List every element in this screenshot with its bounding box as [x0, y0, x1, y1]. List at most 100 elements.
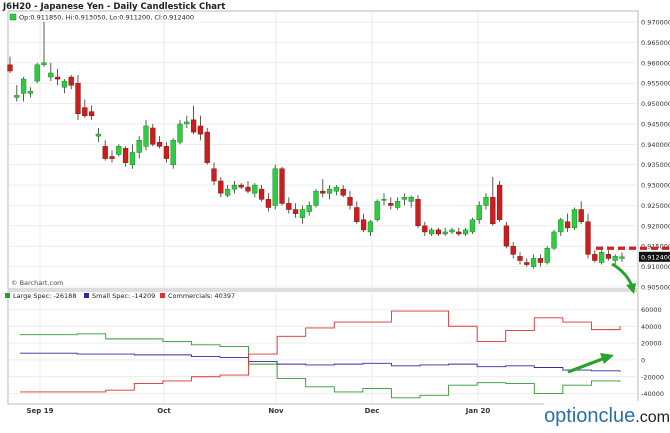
candle-body — [469, 219, 476, 233]
candle-body — [109, 156, 115, 159]
candle-body — [184, 121, 190, 125]
candle-body — [95, 133, 102, 137]
candle-body — [41, 62, 47, 66]
candle-body — [170, 139, 176, 165]
candle-body — [388, 203, 394, 206]
price-tick-label: 0.940000 — [641, 141, 670, 149]
price-tick-label: 0.935000 — [641, 161, 670, 169]
candle-body — [442, 231, 448, 235]
candle-body — [265, 199, 272, 208]
candle-body — [54, 76, 61, 80]
candle-body — [7, 64, 13, 72]
candle-body — [401, 197, 408, 200]
candle-body — [82, 107, 88, 117]
candle-body — [197, 125, 204, 135]
candle-body — [279, 168, 285, 204]
candle-body — [544, 247, 550, 263]
legend-entry: Large Spec: -26188 — [13, 292, 76, 300]
candle-body — [449, 229, 455, 233]
candle-body — [204, 131, 210, 163]
candle-body — [313, 190, 319, 206]
candle-body — [462, 229, 469, 235]
legend-swatch — [84, 293, 89, 298]
candle-body — [340, 188, 346, 196]
candle-body — [524, 262, 530, 265]
candle-body — [347, 197, 353, 206]
cot-tick-label: -40000 — [641, 390, 664, 398]
candle-body — [496, 184, 503, 220]
candle-body — [75, 82, 81, 114]
x-tick-label: Sep 19 — [27, 407, 54, 415]
watermark-suffix: .com — [635, 409, 670, 426]
candle-body — [61, 80, 68, 88]
cot-tick-label: -20000 — [641, 373, 664, 381]
x-tick-label: Jan 20 — [465, 407, 491, 415]
ohlc-readout: Op:0.911850, Hi:0.913050, Lo:0.911200, C… — [19, 14, 194, 22]
price-tick-label: 0.950000 — [641, 100, 670, 108]
watermark: optionclue.com — [544, 401, 670, 431]
candle-body — [48, 72, 54, 78]
candle-body — [292, 209, 299, 214]
candle-body — [428, 229, 435, 235]
candle-body — [367, 221, 374, 233]
x-tick-label: Oct — [157, 407, 171, 415]
candle-body — [231, 184, 238, 190]
candle-body — [20, 78, 27, 94]
price-tick-label: 0.920000 — [641, 222, 670, 230]
candle-body — [68, 76, 74, 86]
price-tick-label: 0.960000 — [641, 59, 670, 67]
price-tick-label: 0.910000 — [641, 263, 670, 271]
watermark-brand: optionclue — [544, 405, 636, 427]
candle-body — [592, 254, 598, 261]
price-tick-label: 0.970000 — [641, 19, 670, 27]
price-panel — [7, 10, 639, 290]
candle-body — [272, 168, 278, 206]
candle-body — [374, 201, 380, 220]
candle-body — [238, 184, 244, 188]
cot-tick-label: 60000 — [641, 306, 662, 314]
chart-title: J6H20 - Japanese Yen - Daily Candlestick… — [2, 2, 225, 12]
chart-canvas: J6H20 - Japanese Yen - Daily Candlestick… — [0, 0, 670, 415]
candle-body — [299, 209, 306, 218]
candle-body — [422, 225, 428, 233]
candle-body — [129, 152, 136, 165]
candle-body — [306, 205, 312, 212]
candle-body — [218, 180, 224, 194]
candle-body — [354, 207, 360, 222]
candle-body — [585, 221, 591, 255]
candle-body — [320, 190, 326, 194]
candle-body — [517, 256, 523, 261]
candle-body — [34, 64, 40, 82]
legend-entry: Small Spec: -14209 — [92, 292, 155, 300]
candle-body — [503, 225, 510, 247]
candle-body — [456, 231, 462, 235]
candle-body — [360, 219, 367, 231]
legend-swatch — [160, 293, 165, 298]
candle-body — [415, 199, 421, 227]
candle-body — [571, 209, 578, 229]
candle-body — [381, 199, 387, 201]
cot-tick-label: 40000 — [641, 323, 662, 331]
candle-body — [211, 168, 217, 182]
candle-body — [483, 197, 489, 206]
legend-swatch — [5, 293, 10, 298]
candle-body — [326, 188, 333, 194]
candle-body — [177, 123, 183, 143]
candle-body — [224, 188, 231, 196]
price-tick-label: 0.955000 — [641, 80, 670, 88]
candle-body — [136, 139, 142, 153]
candle-body — [537, 258, 544, 263]
candle-body — [258, 188, 265, 200]
candle-body — [14, 95, 20, 98]
candle-body — [143, 125, 149, 147]
candle-body — [476, 205, 482, 220]
candle-body — [163, 146, 170, 159]
cot-tick-label: 20000 — [641, 340, 662, 348]
ohlc-swatch — [9, 13, 17, 21]
candle-body — [490, 197, 496, 225]
candle-body — [605, 254, 612, 259]
candle-body — [394, 201, 401, 208]
candle-body — [116, 146, 122, 155]
price-tick-label: 0.965000 — [641, 39, 670, 47]
price-tick-label: 0.930000 — [641, 182, 670, 190]
